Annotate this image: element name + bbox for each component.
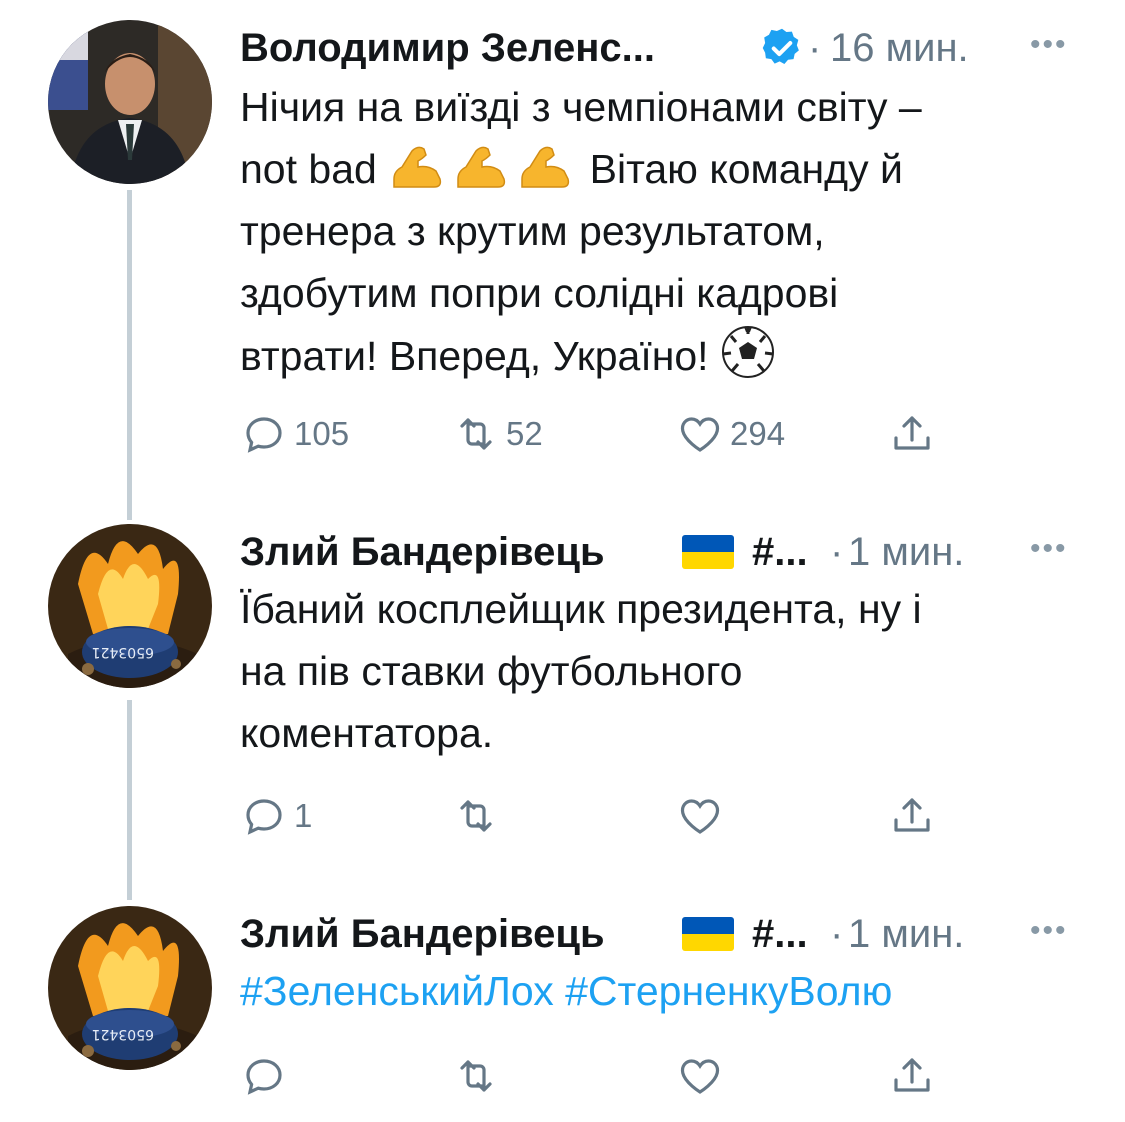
- tweet-text-line: not bad Вітаю команду й: [240, 138, 1090, 200]
- tweet-text-segment: Вітаю команду й: [589, 146, 903, 192]
- retweet-count: 52: [506, 415, 543, 452]
- like-button[interactable]: 294: [676, 404, 785, 464]
- reply-button[interactable]: 105: [240, 404, 349, 464]
- author-name[interactable]: Володимир Зеленс...: [240, 26, 655, 71]
- avatar[interactable]: 6503421: [48, 524, 212, 688]
- timestamp[interactable]: 1 мин.: [848, 530, 964, 575]
- like-icon: [680, 1059, 720, 1094]
- soccer-ball-emoji: [720, 326, 776, 379]
- like-button[interactable]: [676, 786, 724, 846]
- tweet-text-line: тренера з крутим результатом,: [240, 208, 825, 254]
- tweet-text-line: здобутим попри солідні кадрові: [240, 270, 839, 316]
- share-button[interactable]: [888, 404, 936, 464]
- retweet-icon: [460, 1060, 492, 1092]
- reply-icon: [246, 799, 282, 835]
- reply-button[interactable]: [240, 1046, 288, 1106]
- tweet-text-line: Нічия на виїзді з чемпіонами світу –: [240, 84, 922, 130]
- share-button[interactable]: [888, 1046, 936, 1106]
- reply-button[interactable]: 1: [240, 786, 312, 846]
- timestamp[interactable]: 1 мин.: [848, 912, 964, 957]
- reply-icon: [246, 417, 282, 453]
- reply-icon: [246, 1059, 282, 1095]
- svg-text:6503421: 6503421: [92, 1026, 154, 1042]
- tweet-text-line: Їбаний косплейщик президента, ну і: [240, 586, 922, 632]
- retweet-button[interactable]: [452, 1046, 500, 1106]
- tweet-text-segment: втрати! Вперед, Україно!: [240, 333, 709, 379]
- avatar[interactable]: 6503421: [48, 906, 212, 1070]
- flexed-biceps-emoji: [388, 146, 589, 192]
- separator-dot: ·: [830, 912, 844, 956]
- share-icon: [894, 1058, 930, 1092]
- like-icon: [680, 799, 720, 834]
- reply-count: 105: [294, 415, 350, 452]
- thread-line: [127, 700, 132, 900]
- hashtag-links[interactable]: #ЗеленськийЛох #СтерненкуВолю: [240, 960, 1090, 1022]
- tweet-text-line: коментатора.: [240, 710, 494, 756]
- author-name-suffix[interactable]: #...: [752, 530, 808, 575]
- avatar[interactable]: [48, 20, 212, 184]
- share-icon: [894, 416, 930, 450]
- like-count: 294: [730, 415, 786, 452]
- separator-dot: ·: [830, 530, 844, 574]
- retweet-icon: [460, 418, 492, 450]
- retweet-button[interactable]: 52: [452, 404, 543, 464]
- tweet-text-line: втрати! Вперед, Україно!: [240, 324, 1090, 387]
- timestamp[interactable]: 16 мин.: [830, 26, 969, 71]
- author-name[interactable]: Злий Бандерівець: [240, 912, 605, 957]
- retweet-icon: [460, 800, 492, 832]
- more-options-icon[interactable]: •••: [1030, 28, 1068, 62]
- verified-badge-icon: [760, 26, 804, 74]
- thread-line: [127, 190, 132, 520]
- svg-text:6503421: 6503421: [92, 644, 154, 660]
- share-button[interactable]: [888, 786, 936, 846]
- retweet-button[interactable]: [452, 786, 500, 846]
- ukraine-flag-emoji: [682, 912, 734, 957]
- tweet-text-line: на пів ставки футбольного: [240, 648, 743, 694]
- more-options-icon[interactable]: •••: [1030, 532, 1068, 566]
- author-name-suffix[interactable]: #...: [752, 912, 808, 957]
- ukraine-flag-emoji: [682, 530, 734, 575]
- like-icon: [680, 417, 720, 452]
- tweet-text: #ЗеленськийЛох #СтерненкуВолю: [240, 960, 1090, 1022]
- tweet-text-segment: not bad: [240, 146, 377, 192]
- reply-count: 1: [294, 797, 313, 834]
- more-options-icon[interactable]: •••: [1030, 914, 1068, 948]
- separator-dot: ·: [808, 26, 822, 70]
- author-name[interactable]: Злий Бандерівець: [240, 530, 605, 575]
- tweet-text: Їбаний косплейщик президента, ну і на пі…: [240, 578, 1090, 764]
- tweet-text: Нічия на виїзді з чемпіонами світу – not…: [240, 76, 1090, 387]
- like-button[interactable]: [676, 1046, 724, 1106]
- share-icon: [894, 798, 930, 832]
